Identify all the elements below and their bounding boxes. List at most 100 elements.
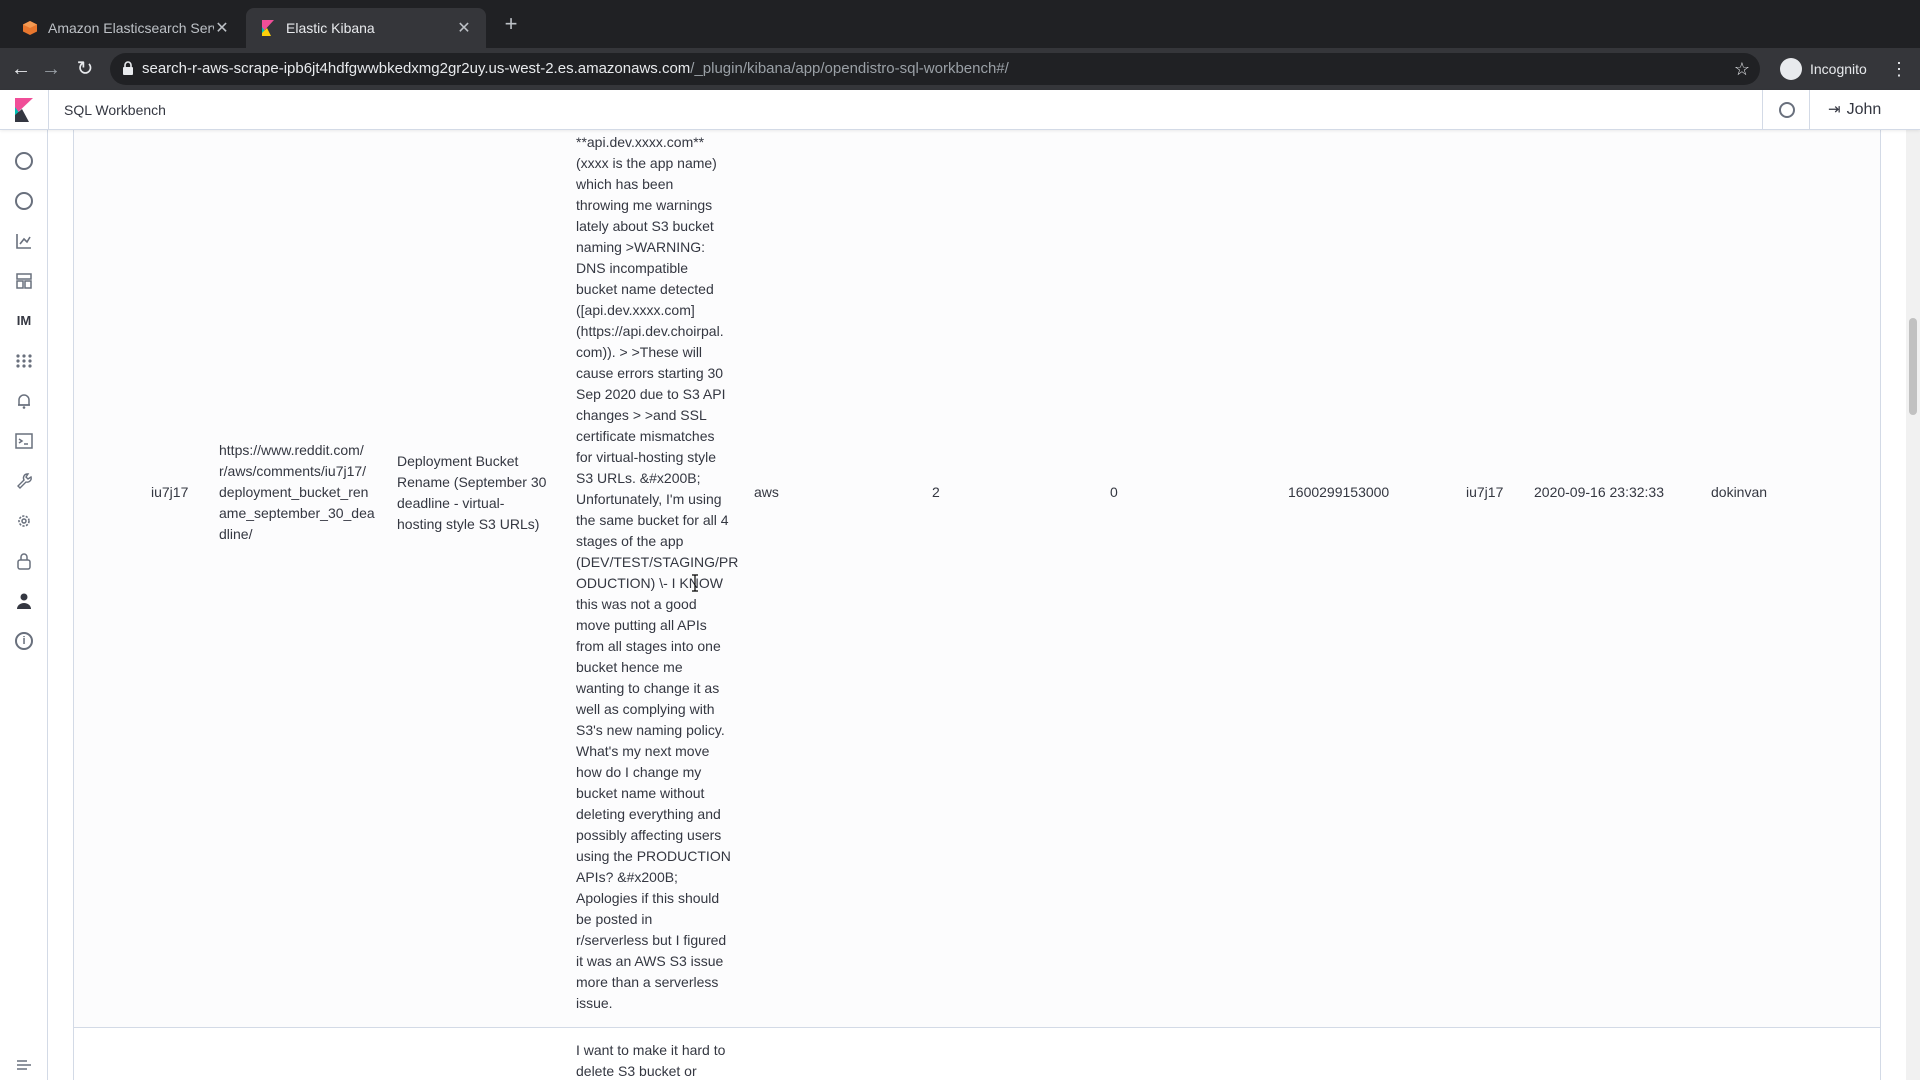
clock-icon[interactable]: [15, 152, 33, 170]
back-arrow-icon[interactable]: ←: [8, 56, 34, 82]
url-line: dline/: [219, 526, 253, 542]
cell-id: iu7j17: [151, 484, 189, 500]
new-tab-button[interactable]: +: [498, 12, 524, 38]
url-text: search-r-aws-scrape-ipb6jt4hdfgwwbkedxmg…: [142, 53, 1009, 85]
selftext-line: (DEV/TEST/STAGING/PR: [576, 554, 739, 570]
cell-url: https://www.reddit.com/ r/aws/comments/i…: [219, 440, 389, 545]
selftext-line: throwing me warnings: [576, 197, 713, 213]
person-icon[interactable]: [15, 592, 33, 610]
close-tab-icon[interactable]: ✕: [214, 18, 230, 38]
page-scrollbar[interactable]: [1906, 130, 1920, 1080]
selftext-line: deleting everything and: [576, 806, 721, 822]
dashboard-icon[interactable]: [15, 272, 33, 290]
bookmark-star-icon[interactable]: ☆: [1734, 53, 1750, 85]
url-host: search-r-aws-scrape-ipb6jt4hdfgwwbkedxmg…: [142, 60, 691, 77]
info-icon[interactable]: i: [15, 632, 33, 650]
cell-created-date: 2020-09-16 23:32:33: [1534, 484, 1664, 500]
title-line: Rename (September 30: [397, 474, 547, 490]
lock-icon: [123, 61, 133, 75]
address-bar[interactable]: search-r-aws-scrape-ipb6jt4hdfgwwbkedxmg…: [110, 53, 1760, 85]
selftext-line: the same bucket for all 4: [576, 512, 729, 528]
wrench-icon[interactable]: [15, 472, 33, 490]
gear-icon[interactable]: [15, 512, 33, 530]
header-divider: [48, 90, 49, 130]
selftext-line: (xxxx is the app name): [576, 155, 717, 171]
selftext-line: this was not a good: [576, 596, 697, 612]
user-menu[interactable]: ⇥ John: [1828, 90, 1881, 130]
selftext-line: issue.: [576, 995, 613, 1011]
selftext-line: r/serverless but I figured: [576, 932, 727, 948]
selftext-line: ([api.dev.xxxx.com]: [576, 302, 695, 318]
title-line: deadline - virtual-: [397, 495, 505, 511]
selftext-line: from all stages into one: [576, 638, 721, 654]
tab-amazon-elasticsearch[interactable]: Amazon Elasticsearch Service ✕: [8, 8, 244, 48]
help-button[interactable]: [1762, 90, 1810, 130]
selftext-line: cause errors starting 30: [576, 365, 724, 381]
selftext-line: how do I change my: [576, 764, 702, 780]
cell-num-comments: 2: [932, 484, 940, 500]
selftext-line: naming >WARNING:: [576, 239, 706, 255]
selftext-line: bucket name without: [576, 785, 705, 801]
title-line: Deployment Bucket: [397, 453, 519, 469]
visualize-icon[interactable]: [15, 232, 33, 250]
selftext-line: for virtual-hosting style: [576, 449, 717, 465]
incognito-label: Incognito: [1810, 61, 1867, 77]
help-icon: [1779, 102, 1795, 118]
selftext-line: What's my next move: [576, 743, 710, 759]
cell-id-2: iu7j17: [1466, 484, 1504, 500]
lock-icon[interactable]: [15, 552, 33, 570]
cell-selftext: me** is set to ****api.dev.xxxx.com**(xx…: [576, 130, 746, 1014]
selftext-line: bucket name detected: [576, 281, 714, 297]
cell-title: Deployment Bucket Rename (September 30 d…: [397, 451, 577, 535]
forward-arrow-icon[interactable]: →: [38, 56, 64, 82]
selftext-line: delete S3 bucket or: [576, 1063, 697, 1079]
cell-score: 0: [1110, 484, 1118, 500]
scrollbar-thumb[interactable]: [1909, 318, 1917, 415]
console-icon[interactable]: [15, 432, 33, 450]
tab-elastic-kibana[interactable]: Elastic Kibana ✕: [246, 8, 486, 48]
selftext-line: more than a serverless: [576, 974, 719, 990]
selftext-line: DNS incompatible: [576, 260, 689, 276]
reload-icon[interactable]: ↻: [72, 56, 98, 82]
tab-label: Amazon Elasticsearch Service: [48, 20, 214, 36]
selftext-line: possibly affecting users: [576, 827, 722, 843]
selftext-line: ODUCTION) \- I KNOW: [576, 575, 723, 591]
text-cursor-icon: [692, 574, 698, 592]
cell-author: dokinvan: [1711, 484, 1768, 500]
kibana-logo-icon[interactable]: [14, 98, 34, 122]
user-name: John: [1846, 101, 1882, 118]
table-row: I want to make it hard to delete S3 bucke…: [74, 1028, 1880, 1080]
kibana-header: SQL Workbench ⇥ John: [0, 90, 1920, 130]
selftext-line: wanting to change it as: [576, 680, 720, 696]
selftext-line: **api.dev.xxxx.com**: [576, 134, 705, 150]
selftext-line: it was an AWS S3 issue: [576, 953, 724, 969]
selftext-line: Unfortunately, I'm using: [576, 491, 722, 507]
selftext-line: (https://api.dev.choirpal.: [576, 323, 724, 339]
incognito-icon: [1780, 58, 1802, 80]
apps-grid-icon[interactable]: [15, 352, 33, 370]
selftext-line: I want to make it hard to: [576, 1042, 726, 1058]
browser-menu-icon[interactable]: ⋮: [1890, 56, 1908, 82]
url-line: deployment_bucket_ren: [219, 484, 369, 500]
cell-subreddit: aws: [754, 484, 779, 500]
selftext-line: lately about S3 bucket: [576, 218, 714, 234]
side-nav: IM i: [0, 130, 48, 1080]
selftext-line: APIs? &#x200B;: [576, 869, 678, 885]
url-line: https://www.reddit.com/: [219, 442, 364, 458]
selftext-line: well as complying with: [576, 701, 715, 717]
selftext-line: S3's new naming policy.: [576, 722, 725, 738]
selftext-line: com)). > >These will: [576, 344, 703, 360]
selftext-line: using the PRODUCTION: [576, 848, 731, 864]
results-table: iu7j17 https://www.reddit.com/ r/aws/com…: [73, 130, 1881, 1080]
browser-toolbar: ← → ↻ search-r-aws-scrape-ipb6jt4hdfgwwb…: [0, 48, 1920, 90]
selftext-line: be posted in: [576, 911, 653, 927]
im-icon[interactable]: IM: [15, 312, 33, 330]
collapse-icon[interactable]: [15, 1056, 33, 1074]
selftext-line: which has been: [576, 176, 674, 192]
results-panel: iu7j17 https://www.reddit.com/ r/aws/com…: [48, 130, 1906, 1080]
incognito-indicator[interactable]: Incognito: [1780, 54, 1867, 84]
close-tab-icon[interactable]: ✕: [456, 18, 472, 38]
cell-selftext: I want to make it hard to delete S3 bucke…: [576, 1040, 746, 1080]
compass-icon[interactable]: [15, 192, 33, 210]
bell-icon[interactable]: [15, 392, 33, 410]
